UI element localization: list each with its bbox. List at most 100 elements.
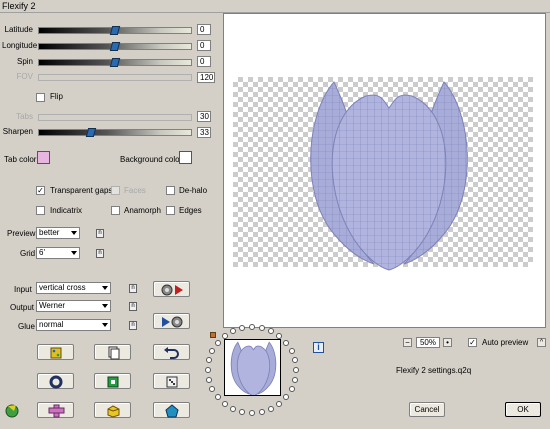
- input-lock-icon[interactable]: n: [129, 284, 137, 293]
- grid-lock-icon[interactable]: n: [96, 249, 104, 258]
- input-value: vertical cross: [39, 283, 86, 292]
- cancel-button[interactable]: Cancel: [409, 402, 445, 417]
- record-button[interactable]: [153, 281, 190, 297]
- ring-dot[interactable]: [268, 328, 275, 335]
- ring-dot[interactable]: [249, 324, 255, 330]
- de-halo-checkbox[interactable]: [166, 186, 175, 195]
- latitude-thumb[interactable]: [109, 26, 121, 35]
- transparent-gaps-checkbox[interactable]: ✓: [36, 186, 45, 195]
- preview-lock-icon[interactable]: n: [96, 229, 104, 238]
- ok-button[interactable]: OK: [505, 402, 541, 417]
- ring-dot[interactable]: [283, 393, 290, 400]
- ring-dot[interactable]: [276, 333, 283, 340]
- glue-lock-icon[interactable]: n: [129, 321, 137, 330]
- info-icon[interactable]: i: [313, 342, 324, 353]
- ring-dot[interactable]: [229, 405, 236, 412]
- auto-preview-checkbox[interactable]: ✓: [468, 338, 477, 347]
- sphere-button[interactable]: [37, 373, 74, 389]
- fov-field: 120: [197, 72, 215, 83]
- dice-button[interactable]: [153, 373, 190, 389]
- cube-button[interactable]: [94, 402, 131, 418]
- indicatrix-checkbox[interactable]: [36, 206, 45, 215]
- ring-dot[interactable]: [291, 376, 298, 383]
- longitude-field[interactable]: 0: [197, 40, 211, 51]
- anamorph-label: Anamorph: [124, 206, 161, 215]
- faces-checkbox: [111, 186, 120, 195]
- ring-dot[interactable]: [239, 408, 246, 415]
- polyhedron-button[interactable]: [153, 402, 190, 418]
- input-select[interactable]: vertical cross: [36, 282, 111, 294]
- record-icon: [161, 284, 183, 296]
- tab-color-label: Tab color: [4, 155, 37, 164]
- sharpen-thumb[interactable]: [85, 128, 97, 137]
- ring-dot[interactable]: [214, 340, 221, 347]
- longitude-thumb[interactable]: [109, 42, 121, 51]
- undo-button[interactable]: [153, 344, 190, 360]
- ring-dot[interactable]: [221, 333, 228, 340]
- ring-dot[interactable]: [229, 328, 236, 335]
- tabs-field: 30: [197, 111, 211, 122]
- square-frame-icon: [107, 376, 119, 388]
- spin-label: Spin: [16, 57, 33, 66]
- ring-dot[interactable]: [293, 367, 299, 373]
- help-button[interactable]: ^: [537, 338, 546, 347]
- tabs-slider: [38, 114, 192, 121]
- spin-thumb[interactable]: [109, 58, 121, 67]
- ring-dot[interactable]: [206, 357, 213, 364]
- ring-dot[interactable]: [209, 348, 216, 355]
- thumbnail-preview[interactable]: [224, 339, 281, 396]
- flip-label: Flip: [50, 92, 63, 101]
- spin-slider[interactable]: [38, 58, 192, 67]
- edges-checkbox[interactable]: [166, 206, 175, 215]
- latitude-field[interactable]: 0: [197, 24, 211, 35]
- glue-select[interactable]: normal: [36, 319, 111, 331]
- ring-dot[interactable]: [291, 357, 298, 364]
- flip-checkbox[interactable]: [36, 93, 45, 102]
- cross-layout-button[interactable]: [37, 402, 74, 418]
- zoom-out-button[interactable]: −: [403, 338, 412, 347]
- ring-dot[interactable]: [205, 367, 211, 373]
- spin-field[interactable]: 0: [197, 56, 211, 67]
- zoom-level[interactable]: 50%: [416, 337, 440, 348]
- ring-dot[interactable]: [239, 325, 246, 332]
- undo-icon: [164, 347, 179, 359]
- ring-dot[interactable]: [268, 405, 275, 412]
- fov-label: FOV: [16, 72, 33, 81]
- copy-button[interactable]: [94, 344, 131, 360]
- chevron-down-icon: [102, 323, 108, 327]
- anamorph-checkbox[interactable]: [111, 206, 120, 215]
- preview-panel[interactable]: [223, 13, 546, 328]
- ring-dot[interactable]: [206, 376, 213, 383]
- output-select[interactable]: Werner: [36, 300, 111, 312]
- randomize-button[interactable]: [37, 344, 74, 360]
- ring-dot[interactable]: [214, 393, 221, 400]
- sharpen-slider[interactable]: [38, 128, 192, 137]
- ring-dot[interactable]: [258, 408, 265, 415]
- ring-dot[interactable]: [276, 400, 283, 407]
- ring-dot[interactable]: [221, 400, 228, 407]
- frame-button[interactable]: [94, 373, 131, 389]
- ring-dot[interactable]: [288, 385, 295, 392]
- tabs-label: Tabs: [16, 112, 33, 121]
- output-lock-icon[interactable]: n: [129, 302, 137, 311]
- background-color-swatch[interactable]: [179, 151, 192, 164]
- sharpen-field[interactable]: 33: [197, 127, 211, 138]
- ring-dot[interactable]: [209, 385, 216, 392]
- grid-select[interactable]: 6': [36, 247, 80, 259]
- ring-dot[interactable]: [283, 340, 290, 347]
- ring-dot[interactable]: [288, 348, 295, 355]
- play-button[interactable]: [153, 313, 190, 329]
- longitude-slider[interactable]: [38, 42, 192, 51]
- thumbnail-shape: [230, 341, 277, 395]
- glue-value: normal: [39, 320, 64, 329]
- tab-color-swatch[interactable]: [37, 151, 50, 164]
- latitude-slider[interactable]: [38, 26, 192, 35]
- input-label: Input: [14, 285, 32, 294]
- zoom-in-button[interactable]: •: [443, 338, 452, 347]
- preview-quality-select[interactable]: better: [36, 227, 80, 239]
- settings-filename: Flexify 2 settings.q2q: [396, 366, 472, 375]
- ring-dot[interactable]: [249, 410, 255, 416]
- output-label: Output: [10, 303, 35, 312]
- dice-color-icon: [50, 347, 62, 359]
- ring-dot[interactable]: [258, 325, 265, 332]
